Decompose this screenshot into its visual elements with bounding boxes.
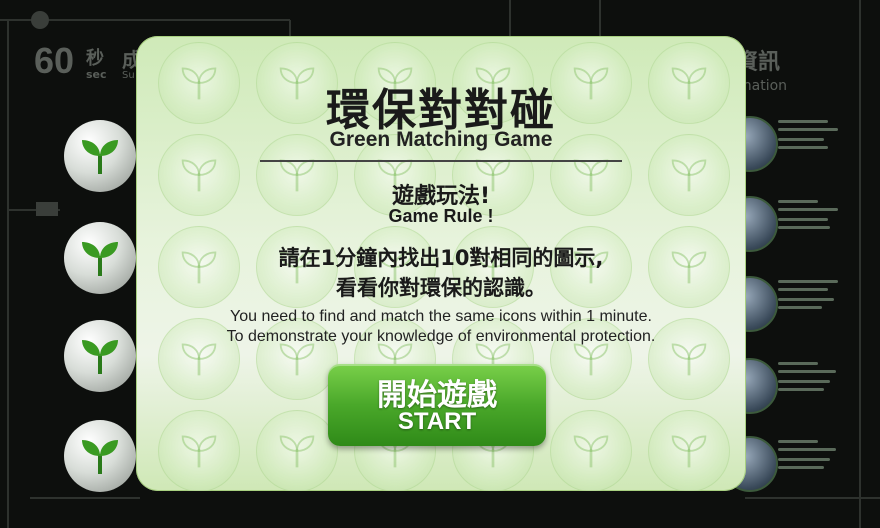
game-title-en: Green Matching Game bbox=[329, 128, 553, 151]
score-label-en: Su bbox=[122, 70, 135, 81]
rule-description-en-line2: To demonstrate your knowledge of environ… bbox=[226, 328, 656, 345]
game-rules-dialog: 環保對對碰 Green Matching Game 遊戲玩法! Game Rul… bbox=[136, 36, 746, 491]
start-game-button[interactable]: 開始遊戲 START bbox=[328, 364, 546, 446]
rule-title-en: Game Rule ! bbox=[388, 206, 494, 226]
rule-description-zh-line1: 請在1分鐘內找出10對相同的圖示, bbox=[278, 246, 604, 270]
sprout-icon bbox=[82, 440, 118, 474]
dialog-content: 環保對對碰 Green Matching Game 遊戲玩法! Game Rul… bbox=[136, 36, 746, 491]
title-divider bbox=[260, 160, 622, 162]
timer-value: 60 bbox=[34, 40, 75, 81]
sprout-tile[interactable] bbox=[64, 120, 136, 192]
sprout-tile[interactable] bbox=[64, 222, 136, 294]
sprout-icon bbox=[82, 340, 118, 374]
timer-display: 60 秒 sec 成 Su bbox=[34, 40, 142, 82]
rule-description-en-line1: You need to find and match the same icon… bbox=[230, 308, 652, 325]
sprout-icon bbox=[82, 242, 118, 276]
sprout-tile[interactable] bbox=[64, 320, 136, 392]
timer-unit-en: sec bbox=[86, 68, 107, 81]
timer-unit-zh: 秒 bbox=[86, 48, 104, 69]
sprout-icon bbox=[82, 140, 118, 174]
start-button-label-en: START bbox=[397, 408, 477, 435]
rule-description-zh-line2: 看看你對環保的認識。 bbox=[336, 276, 546, 300]
sprout-tile[interactable] bbox=[64, 420, 136, 492]
